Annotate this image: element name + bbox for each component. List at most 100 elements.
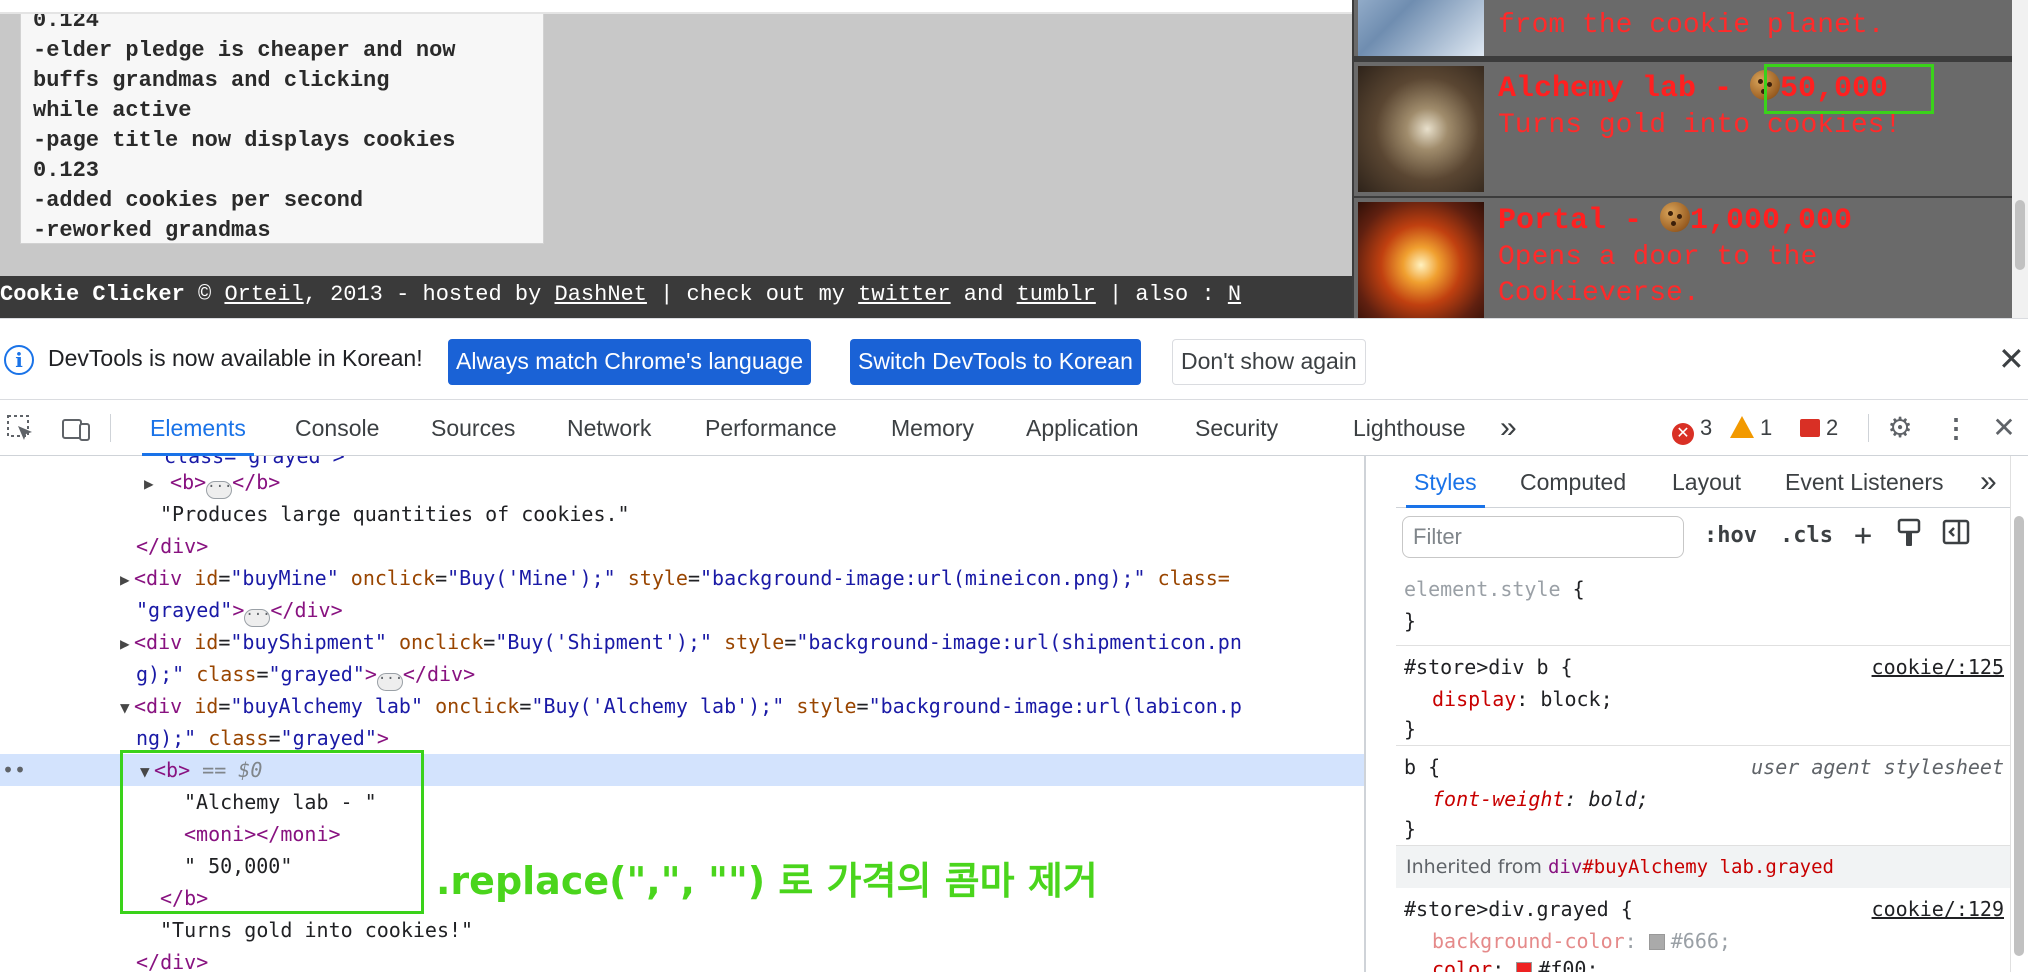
tab-lighthouse[interactable]: Lighthouse [1353,400,1466,456]
always-match-language-button[interactable]: Always match Chrome's language [448,339,811,385]
footer-tumblr-link[interactable]: tumblr [1017,282,1096,307]
collapse-triangle-icon[interactable]: ▼ [120,692,134,724]
portal-thumbnail [1358,202,1484,318]
styles-pane: Styles Computed Layout Event Listeners »… [1396,456,2010,972]
more-options-icon[interactable]: ⋮ [1940,412,1972,444]
tab-layout[interactable]: Layout [1672,456,1741,508]
css-value: #f00; [1538,957,1599,972]
warnings-count: 1 [1760,415,1773,440]
tab-security[interactable]: Security [1195,400,1278,456]
collapsed-ellipsis-icon[interactable]: ··· [376,672,403,691]
dom-node-line[interactable]: "grayed">···</div> [0,594,1364,627]
inspect-element-icon[interactable] [4,412,36,444]
inherited-class[interactable]: lab.grayed [1708,856,1834,878]
style-rule-b-ua[interactable]: b { user agent stylesheet font-weight: b… [1396,746,2010,846]
inherited-id[interactable]: #buyAlchemy [1582,856,1708,878]
rule-selector: b [1404,755,1417,779]
errors-badge[interactable]: ✕ 3 [1672,414,1713,445]
tab-elements[interactable]: Elements [142,400,254,456]
attr-value: "Buy('Alchemy lab');" [531,694,785,718]
css-value: block; [1540,687,1613,711]
store-item-portal[interactable]: Portal - 1,000,000 Opens a door to the C… [1354,198,2012,318]
device-toolbar-icon[interactable] [60,412,92,444]
tab-performance[interactable]: Performance [705,400,837,456]
attr-value: "background-image:url(shipmenticon.pn [796,630,1242,654]
style-rule-element[interactable]: element.style { } [1396,570,2010,646]
rule-source-link[interactable]: cookie/:129 [1872,894,2004,924]
warning-icon [1730,416,1754,438]
tab-console[interactable]: Console [295,400,379,456]
toggle-sidebar-icon[interactable] [1942,518,1970,554]
attr-value: "Buy('Shipment');" [495,630,713,654]
rule-brace: { [1560,577,1585,601]
warnings-badge[interactable]: 1 [1730,414,1772,442]
rule-source-label: user agent stylesheet [1751,755,2004,779]
more-tabs-icon[interactable]: » [1980,456,1997,508]
dom-node-line[interactable]: ▶ <b>···</b> [0,466,1364,500]
store-item-shipment[interactable]: from the cookie planet. [1354,0,2012,56]
tag-bracket: > [364,662,377,686]
expand-triangle-icon[interactable]: ▶ [120,628,134,660]
tab-network[interactable]: Network [567,400,651,456]
dom-node-line[interactable]: ▼ <div id="buyAlchemy lab" onclick="Buy('… [0,690,1364,722]
attr-name: id [194,630,219,654]
style-rule-store-grayed[interactable]: #store>div.grayed { cookie/:129 backgrou… [1396,888,2010,972]
rule-source-link[interactable]: cookie/:125 [1872,652,2004,682]
inherited-tag[interactable]: div [1548,856,1582,878]
scrollbar-thumb[interactable] [2014,516,2024,956]
style-rule-store-b[interactable]: #store>div b { cookie/:125 display: bloc… [1396,646,2010,746]
styles-filter-input[interactable]: Filter [1402,516,1684,558]
switch-to-korean-button[interactable]: Switch DevTools to Korean [850,339,1141,385]
dom-text-node[interactable]: "Turns gold into cookies!" [0,914,1364,946]
tab-computed[interactable]: Computed [1520,456,1626,508]
dom-text-node[interactable]: "Produces large quantities of cookies." [0,498,1364,530]
hover-state-toggle[interactable]: :hov [1704,518,1757,554]
color-swatch[interactable] [1516,962,1533,972]
node-menu-icon[interactable]: •• [2,754,26,786]
rule-brace: } [1404,817,1417,841]
dont-show-again-button[interactable]: Don't show again [1172,339,1366,385]
footer-twitter-link[interactable]: twitter [858,282,950,307]
tab-memory[interactable]: Memory [891,400,974,456]
scrollbar-thumb[interactable] [2015,200,2025,270]
store-item-name: Alchemy lab - [1498,72,1751,106]
footer-author-link[interactable]: Orteil [224,282,303,307]
close-icon[interactable]: ✕ [1998,343,2025,375]
tab-application[interactable]: Application [1026,400,1139,456]
collapsed-ellipsis-icon[interactable]: ··· [206,480,232,499]
dom-node-line[interactable]: ▶ <div id="buyMine" onclick="Buy('Mine');… [0,562,1364,594]
styles-scrollbar[interactable] [2010,456,2028,972]
errors-count: 3 [1700,415,1713,440]
more-tabs-icon[interactable]: » [1500,400,1517,456]
dom-node-line[interactable]: </div> [0,530,1364,562]
inherited-from-header: Inherited from div#buyAlchemy lab.grayed [1396,846,2010,888]
issues-badge[interactable]: 2 [1800,414,1838,442]
settings-gear-icon[interactable]: ⚙ [1884,412,1916,444]
tab-styles[interactable]: Styles [1406,456,1485,508]
expand-triangle-icon[interactable]: ▶ [144,468,158,500]
paint-brush-icon[interactable] [1896,518,1922,554]
toolbar-divider [110,414,111,442]
expand-triangle-icon[interactable]: ▶ [120,564,134,596]
game-footer: Cookie Clicker © Orteil, 2013 - hosted b… [0,276,1352,318]
class-toggle[interactable]: .cls [1780,518,1833,554]
footer-copyright: © [184,282,225,307]
tab-event-listeners[interactable]: Event Listeners [1785,456,1944,508]
attr-name: onclick [350,566,436,590]
footer-more-link[interactable]: N [1228,282,1241,307]
store-item-price: 1,000,000 [1690,204,1853,238]
dom-node-line[interactable]: g);" class="grayed">···</div> [0,658,1364,691]
add-rule-icon[interactable]: + [1854,518,1872,554]
dom-node-line[interactable]: </div> [0,946,1364,972]
tab-sources[interactable]: Sources [431,400,515,456]
dom-node-line[interactable]: ▶ <div id="buyShipment" onclick="Buy('Shi… [0,626,1364,658]
attr-name: id [194,694,219,718]
tag-open: <div [134,694,183,718]
close-devtools-icon[interactable]: ✕ [1988,412,2020,444]
css-value: #666; [1670,929,1731,953]
attr-value: "grayed" [280,726,377,750]
color-swatch[interactable] [1648,934,1665,950]
footer-host-link[interactable]: DashNet [555,282,647,307]
page-scrollbar[interactable] [2012,0,2028,318]
collapsed-ellipsis-icon[interactable]: ··· [244,608,271,627]
